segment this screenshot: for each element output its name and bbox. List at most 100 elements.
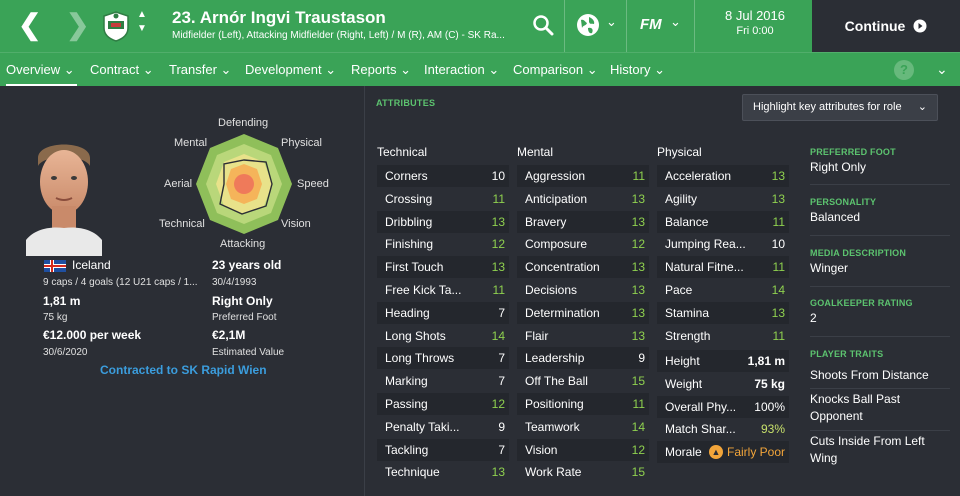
- attribute-value: 11: [492, 191, 505, 206]
- attribute-row[interactable]: Long Shots 14: [377, 325, 509, 347]
- attribute-name: Teamwork: [525, 419, 580, 434]
- attribute-row[interactable]: Marking 7: [377, 370, 509, 392]
- attribute-row[interactable]: Bravery 13: [517, 210, 649, 233]
- attribute-row[interactable]: Aggression 11: [517, 165, 649, 187]
- attribute-row[interactable]: Long Throws 7: [377, 347, 509, 370]
- attribute-value: 93%: [760, 422, 785, 437]
- attribute-row[interactable]: Match Shar... 93%: [657, 418, 789, 440]
- attribute-row[interactable]: Vision 12: [517, 438, 649, 461]
- attribute-row[interactable]: Penalty Taki... 9: [377, 416, 509, 438]
- attribute-row[interactable]: Off The Ball 15: [517, 370, 649, 392]
- attribute-value: 11: [772, 328, 785, 343]
- attribute-value: 15: [631, 465, 645, 480]
- separator: [564, 0, 565, 52]
- attribute-value: 75 kg: [754, 376, 785, 391]
- attribute-row[interactable]: Work Rate 15: [517, 461, 649, 483]
- attribute-name: Leadership: [525, 351, 585, 366]
- nationality[interactable]: Iceland: [72, 258, 111, 272]
- attribute-row[interactable]: Crossing 11: [377, 188, 509, 210]
- attribute-row[interactable]: Morale Fairly Poor ▲: [657, 441, 789, 464]
- goalkeeper-rating-value: 2: [810, 311, 817, 325]
- chevron-down-icon[interactable]: ⌄: [670, 14, 681, 30]
- attribute-name: Tackling: [385, 442, 429, 457]
- attribute-row[interactable]: Heading 7: [377, 301, 509, 324]
- attribute-row[interactable]: Pace 14: [657, 279, 789, 301]
- iceland-flag-icon: [44, 260, 66, 272]
- tab-label: Overview: [6, 62, 61, 77]
- radar-label-speed: Speed: [297, 178, 329, 190]
- tab-transfer[interactable]: Transfer ⌄: [169, 53, 231, 87]
- attribute-row[interactable]: Concentration 13: [517, 256, 649, 279]
- date-display[interactable]: 8 Jul 2016 Fri 0:00: [700, 8, 810, 37]
- attribute-row[interactable]: Height 1,81 m: [657, 350, 789, 372]
- tab-label: History: [610, 62, 651, 77]
- tab-overview[interactable]: Overview ⌄: [6, 53, 77, 87]
- attribute-name: Work Rate: [525, 465, 582, 480]
- attribute-name: Height: [665, 354, 700, 368]
- attribute-row[interactable]: Passing 12: [377, 393, 509, 415]
- tab-label: Reports: [351, 62, 397, 77]
- separator: [810, 430, 950, 431]
- attribute-row[interactable]: Anticipation 13: [517, 188, 649, 210]
- forward-arrow-icon[interactable]: ❯: [66, 10, 89, 40]
- weight-value: 75 kg: [43, 312, 68, 323]
- attribute-row[interactable]: Leadership 9: [517, 347, 649, 370]
- physical-header: Physical: [657, 145, 702, 159]
- tab-reports[interactable]: Reports ⌄: [351, 53, 411, 87]
- attribute-value: 11: [632, 169, 645, 183]
- attribute-row[interactable]: Strength 11: [657, 325, 789, 347]
- highlight-role-dropdown[interactable]: Highlight key attributes for role ⌄: [742, 94, 938, 121]
- attribute-row[interactable]: Technique 13: [377, 461, 509, 483]
- attribute-value: Fairly Poor: [727, 445, 786, 460]
- attribute-row[interactable]: Tackling 7: [377, 438, 509, 461]
- fm-menu-label[interactable]: FM: [640, 16, 662, 33]
- attribute-row[interactable]: Dribbling 13: [377, 210, 509, 233]
- attribute-row[interactable]: Natural Fitne... 11: [657, 256, 789, 279]
- attribute-row[interactable]: Free Kick Ta... 11: [377, 279, 509, 301]
- search-icon[interactable]: [532, 14, 554, 36]
- attribute-row[interactable]: Agility 13: [657, 188, 789, 210]
- attribute-row[interactable]: Finishing 12: [377, 233, 509, 255]
- tab-comparison[interactable]: Comparison ⌄: [513, 53, 598, 87]
- attribute-row[interactable]: Corners 10: [377, 165, 509, 187]
- tab-development[interactable]: Development ⌄: [245, 53, 336, 87]
- back-arrow-icon[interactable]: ❮: [18, 10, 41, 40]
- attribute-row[interactable]: Flair 13: [517, 325, 649, 347]
- continue-button[interactable]: Continue: [812, 0, 960, 52]
- tab-history[interactable]: History ⌄: [610, 53, 665, 87]
- globe-icon[interactable]: [576, 13, 600, 37]
- attribute-row[interactable]: First Touch 13: [377, 256, 509, 279]
- attribute-value: 12: [491, 397, 505, 411]
- attribute-name: Technique: [385, 465, 440, 480]
- attribute-name: Pace: [665, 283, 693, 297]
- attribute-value: 13: [771, 191, 785, 206]
- attribute-name: Stamina: [665, 305, 710, 320]
- attribute-row[interactable]: Acceleration 13: [657, 165, 789, 187]
- chevron-down-icon[interactable]: ⌄: [936, 61, 948, 78]
- attribute-value: 10: [491, 169, 505, 183]
- tab-contract[interactable]: Contract ⌄: [90, 53, 154, 87]
- attribute-row[interactable]: Weight 75 kg: [657, 373, 789, 395]
- attribute-row[interactable]: Stamina 13: [657, 301, 789, 324]
- attribute-value: 13: [771, 305, 785, 320]
- attribute-row[interactable]: Composure 12: [517, 233, 649, 255]
- attribute-row[interactable]: Balance 11: [657, 210, 789, 233]
- attribute-value: 13: [631, 191, 645, 206]
- attribute-row[interactable]: Positioning 11: [517, 393, 649, 415]
- attribute-row[interactable]: Teamwork 14: [517, 416, 649, 438]
- player-switch-icon[interactable]: ▲ ▼: [136, 8, 148, 36]
- attribute-value: 13: [631, 214, 645, 229]
- attribute-name: Weight: [665, 376, 703, 391]
- attribute-name: Anticipation: [525, 191, 588, 206]
- attribute-row[interactable]: Determination 13: [517, 301, 649, 324]
- attribute-value: 13: [631, 305, 645, 320]
- goalkeeper-rating-label: GOALKEEPER RATING: [810, 298, 913, 308]
- help-icon[interactable]: ?: [894, 60, 914, 80]
- tab-interaction[interactable]: Interaction ⌄: [424, 53, 499, 87]
- attribute-row[interactable]: Decisions 13: [517, 279, 649, 301]
- chevron-down-icon[interactable]: ⌄: [606, 14, 617, 30]
- attribute-row[interactable]: Jumping Rea... 10: [657, 233, 789, 255]
- contracted-club-link[interactable]: Contracted to SK Rapid Wien: [100, 363, 267, 377]
- attribute-row[interactable]: Overall Phy... 100%: [657, 395, 789, 418]
- age-value: 23 years old: [212, 258, 282, 272]
